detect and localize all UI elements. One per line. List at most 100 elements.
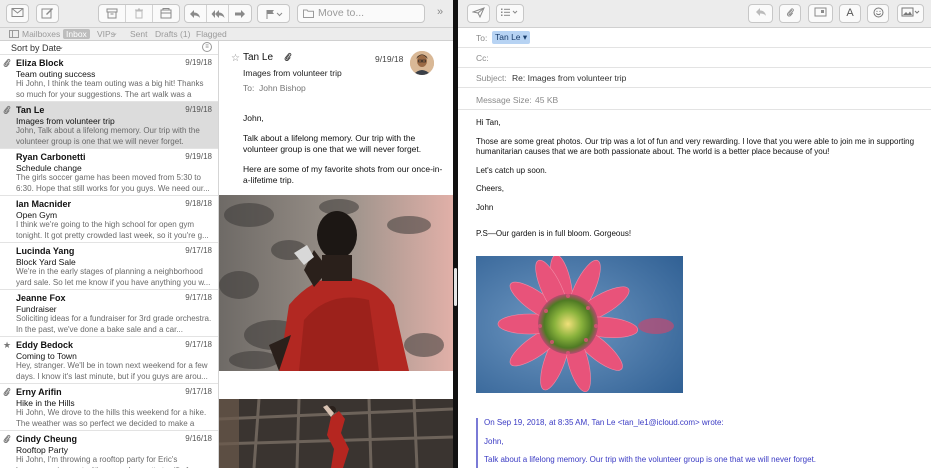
favorite-drafts[interactable]: Drafts (1)	[155, 29, 190, 39]
body-paragraph: Hi Tan,	[476, 118, 501, 127]
message-row[interactable]: Cindy Cheung 9/16/18 Rooftop Party Hi John,…	[0, 431, 218, 468]
recipient-token[interactable]: Tan Le ▾	[492, 31, 531, 44]
message-row[interactable]: Eliza Block 9/19/18 Team outing success Hi …	[0, 55, 218, 102]
reply-icon	[755, 8, 766, 16]
message-size-label: Message Size:	[476, 95, 532, 105]
compose-icon	[41, 8, 53, 19]
flag-menu[interactable]	[257, 4, 290, 23]
message-subject: Block Yard Sale	[16, 257, 76, 267]
reply-group	[184, 4, 252, 23]
message-date: 9/17/18	[185, 293, 212, 302]
message-row[interactable]: Erny Arifin 9/17/18 Hike in the Hills Hi Jo…	[0, 384, 218, 431]
star-icon: ★	[3, 340, 12, 350]
archive-button[interactable]	[99, 5, 126, 22]
photo-icon	[901, 7, 919, 17]
message-preview: Hi John, I think the team outing was a b…	[16, 79, 204, 99]
subject-field-row[interactable]: Subject: Re: Images from volunteer trip	[458, 68, 931, 88]
photo-browser-button[interactable]	[897, 4, 924, 23]
subject-input[interactable]: Re: Images from volunteer trip	[512, 73, 626, 83]
paperclip-icon	[3, 387, 13, 397]
message-row[interactable]: Ryan Carbonetti 9/19/18 Schedule change The…	[0, 149, 218, 196]
sidebar-toggle-icon[interactable]	[9, 30, 19, 38]
message-sender: Ian Macnider	[16, 199, 72, 209]
message-date: 9/17/18	[185, 340, 212, 349]
compose-toolbar: A	[458, 0, 931, 28]
message-size-row: Message Size: 45 KB	[458, 90, 931, 110]
quote-paragraph: Talk about a lifelong memory. Our trip w…	[484, 455, 817, 464]
volunteer-photo-dancing[interactable]	[219, 399, 453, 468]
volunteer-photo-sitting[interactable]	[219, 195, 453, 371]
filter-icon[interactable]: ≡	[202, 42, 212, 52]
message-date: 9/17/18	[185, 246, 212, 255]
compose-button[interactable]	[36, 4, 59, 23]
trash-icon	[135, 8, 143, 19]
sort-chevron-icon[interactable]: ⌄	[58, 43, 64, 51]
body-paragraph: Let's catch up soon.	[476, 165, 547, 175]
vips-chevron-icon[interactable]: ⌄	[112, 29, 118, 37]
message-preview: Hey, stranger. We'll be in town next wee…	[16, 361, 208, 381]
favorite-mailboxes[interactable]: Mailboxes	[22, 29, 60, 39]
message-row[interactable]: Ian Macnider 9/18/18 Open Gym I think we're…	[0, 196, 218, 243]
flag-button[interactable]	[258, 5, 289, 22]
subject-label: Subject:	[476, 73, 507, 83]
message-row[interactable]: Tan Le 9/19/18 Images from volunteer trip J…	[0, 102, 218, 149]
message-sender: Cindy Cheung	[16, 434, 77, 444]
favorite-sent[interactable]: Sent	[130, 29, 148, 39]
message-date: 9/16/18	[185, 434, 212, 443]
reply-all-button[interactable]	[207, 5, 230, 22]
reply-icon	[190, 9, 201, 18]
message-date: 9/19/18	[185, 152, 212, 161]
split-view-handle[interactable]	[454, 268, 457, 306]
message-subject: Images from volunteer trip	[243, 68, 342, 78]
recipient-name[interactable]: John Bishop	[259, 83, 306, 93]
header-fields-menu[interactable]	[496, 4, 524, 23]
attach-button[interactable]	[779, 4, 801, 23]
list-icon	[501, 8, 518, 16]
recipient-token-label: Tan Le	[495, 32, 521, 42]
forward-button[interactable]	[229, 5, 251, 22]
message-rows: Eliza Block 9/19/18 Team outing success Hi …	[0, 55, 218, 468]
message-subject: Coming to Town	[16, 351, 77, 361]
message-sender: Erny Arifin	[16, 387, 62, 397]
message-row[interactable]: Jeanne Fox 9/17/18 Fundraiser Soliciting id…	[0, 290, 218, 337]
message-row[interactable]: ★ Eddy Bedock 9/17/18 Coming to Town Hey, st…	[0, 337, 218, 384]
reply-button[interactable]	[185, 5, 207, 22]
trash-button[interactable]	[126, 5, 153, 22]
to-label: To:	[243, 83, 255, 93]
message-subject: Fundraiser	[16, 304, 57, 314]
favorite-inbox[interactable]: Inbox	[63, 29, 90, 39]
favorite-flagged[interactable]: Flagged	[196, 29, 227, 39]
star-icon[interactable]: ☆	[231, 53, 240, 64]
cc-field-row[interactable]: Cc:	[458, 48, 931, 68]
format-font-button[interactable]: A	[839, 4, 861, 23]
reply-button[interactable]	[748, 4, 773, 23]
junk-icon	[160, 8, 172, 19]
message-date: 9/19/18	[185, 58, 212, 67]
quote-paragraph: John,	[484, 436, 504, 446]
message-sender: Ryan Carbonetti	[16, 152, 86, 162]
quoted-message: On Sep 19, 2018, at 8:35 AM, Tan Le <tan…	[476, 418, 916, 468]
get-mail-button[interactable]	[6, 4, 29, 23]
compose-window: A To: Tan Le ▾ Cc: Subject: Re: Images f…	[458, 0, 931, 468]
message-date: 9/18/18	[185, 199, 212, 208]
send-button[interactable]	[467, 4, 490, 23]
viewer-toolbar: Move to... »	[0, 0, 453, 28]
header-show-button[interactable]	[808, 4, 833, 23]
toolbar-overflow-icon[interactable]: »	[437, 6, 443, 18]
flag-icon	[266, 9, 282, 19]
message-preview: The girls soccer game has been moved fro…	[16, 173, 210, 193]
message-row[interactable]: Lucinda Yang 9/17/18 Block Yard Sale We're …	[0, 243, 218, 290]
move-to-menu[interactable]: Move to...	[297, 4, 425, 23]
message-preview: We're in the early stages of planning a …	[16, 267, 211, 287]
body-paragraph: Here are some of my favorite shots from …	[243, 164, 443, 185]
paperclip-icon	[3, 105, 13, 115]
message-subject: Images from volunteer trip	[16, 116, 115, 126]
move-to-label: Move to...	[318, 7, 365, 19]
compose-body[interactable]: Hi Tan, Those are some great photos. Our…	[476, 118, 921, 248]
quote-attribution: On Sep 19, 2018, at 8:35 AM, Tan Le <tan…	[484, 418, 724, 427]
flower-photo[interactable]	[476, 256, 683, 393]
sort-by-menu[interactable]: Sort by Date	[11, 43, 61, 53]
emoji-button[interactable]	[867, 4, 889, 23]
junk-button[interactable]	[153, 5, 179, 22]
to-field-row[interactable]: To: Tan Le ▾	[458, 28, 931, 48]
